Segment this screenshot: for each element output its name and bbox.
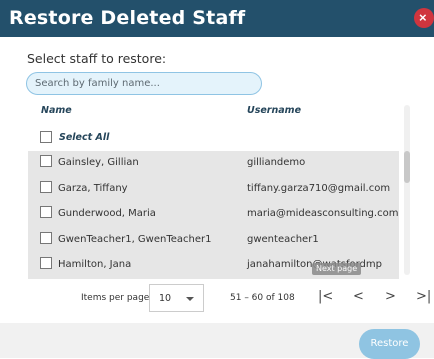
column-header-name[interactable]: Name: [41, 105, 72, 116]
table-row[interactable]: GwenTeacher1, GwenTeacher1 gwenteacher1: [28, 228, 399, 254]
staff-name: Gainsley, Gillian: [58, 157, 139, 168]
scrollbar-thumb[interactable]: [404, 151, 410, 183]
chevron-down-icon: [186, 297, 194, 301]
row-checkbox[interactable]: [40, 206, 52, 219]
next-page-tooltip: Next page: [312, 263, 362, 275]
last-page-button[interactable]: >|: [416, 289, 431, 304]
page-range: 51 – 60 of 108: [230, 293, 295, 303]
close-icon[interactable]: ×: [414, 8, 434, 28]
staff-name: Garza, Tiffany: [58, 182, 128, 194]
table-row[interactable]: Garza, Tiffany tiffany.garza710@gmail.co…: [28, 177, 399, 203]
select-all-checkbox[interactable]: [40, 131, 52, 143]
staff-name: GwenTeacher1, GwenTeacher1: [58, 233, 212, 245]
staff-list: Gainsley, Gillian gilliandemo Garza, Tif…: [28, 151, 399, 279]
staff-name: Gunderwood, Maria: [58, 208, 156, 220]
items-per-page-label: Items per page:: [81, 293, 153, 303]
select-prompt: Select staff to restore:: [27, 51, 167, 66]
row-checkbox[interactable]: [40, 180, 52, 193]
dialog-title: Restore Deleted Staff: [9, 7, 246, 29]
scrollbar-track[interactable]: [404, 105, 410, 275]
row-checkbox[interactable]: [40, 257, 52, 270]
items-per-page-select[interactable]: 10: [149, 284, 204, 312]
table-row[interactable]: Gunderwood, Maria maria@mideasconsulting…: [28, 202, 399, 228]
table-row[interactable]: Gainsley, Gillian gilliandemo: [28, 151, 399, 177]
restore-button[interactable]: Restore: [359, 329, 420, 359]
row-checkbox[interactable]: [40, 231, 52, 244]
staff-username: gilliandemo: [247, 157, 306, 168]
search-input[interactable]: [26, 72, 262, 95]
staff-username: maria@mideasconsulting.com: [247, 208, 399, 220]
staff-name: Hamilton, Jana: [58, 259, 132, 271]
column-header-username[interactable]: Username: [247, 105, 301, 116]
first-page-button[interactable]: |<: [318, 289, 333, 304]
staff-username: gwenteacher1: [247, 233, 319, 245]
select-all-label: Select All: [59, 131, 110, 143]
dialog-header: Restore Deleted Staff ×: [0, 0, 434, 37]
row-checkbox[interactable]: [40, 155, 52, 167]
select-all[interactable]: Select All: [40, 130, 109, 144]
previous-page-button[interactable]: <: [353, 289, 364, 304]
staff-username: tiffany.garza710@gmail.com: [247, 182, 391, 194]
next-page-button[interactable]: >: [385, 289, 396, 304]
items-per-page-value: 10: [159, 293, 172, 304]
